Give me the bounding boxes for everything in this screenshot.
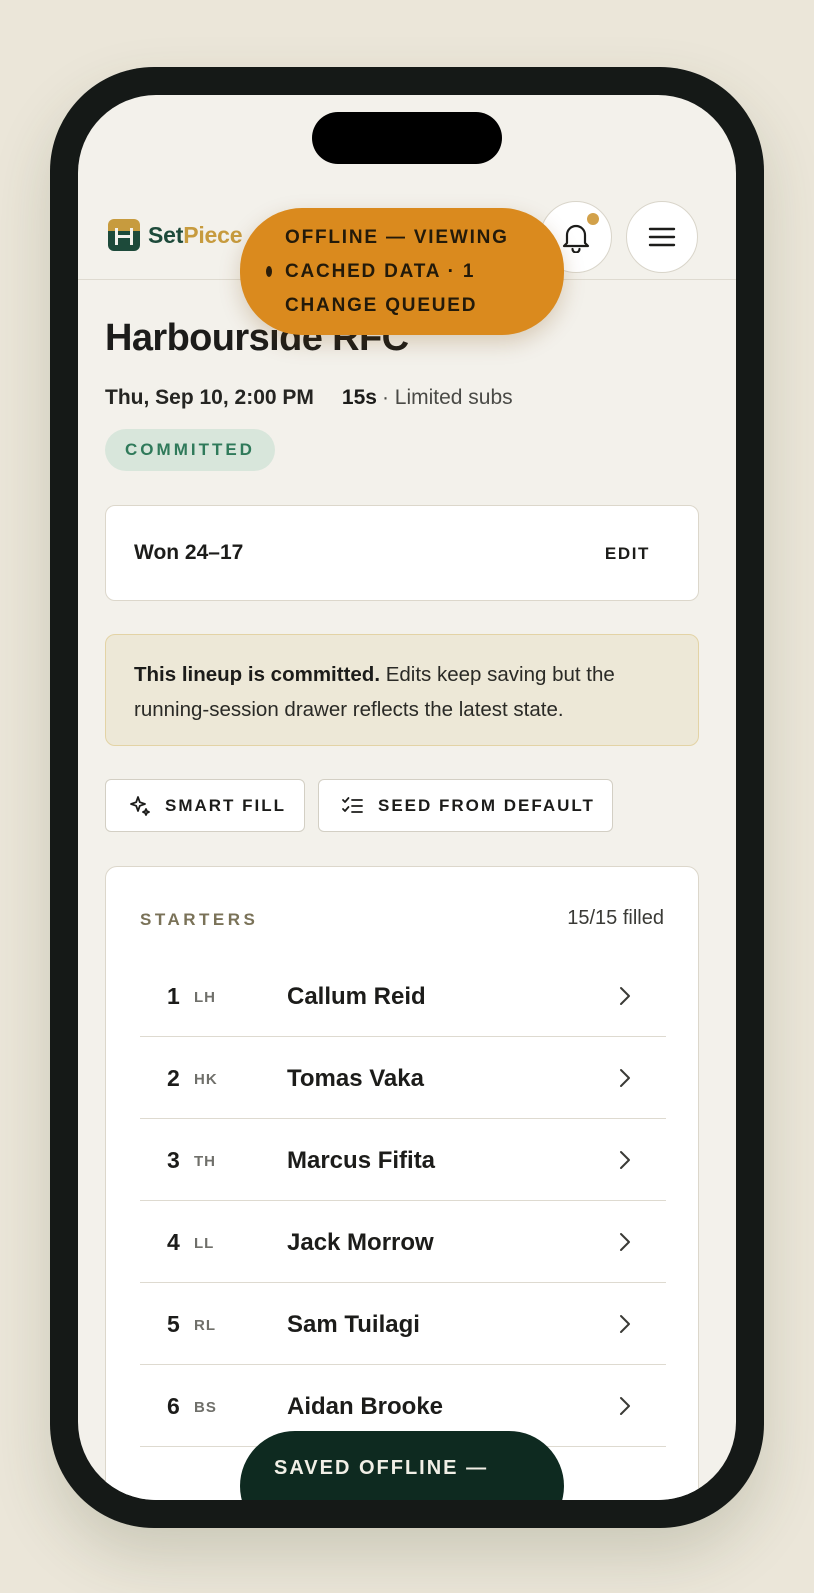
row-chevron (618, 1067, 632, 1094)
match-format: 15s (341, 386, 377, 409)
position-code: HK (194, 1071, 218, 1088)
offline-toast: OFFLINE — VIEWING CACHED DATA · 1 CHANGE… (240, 208, 564, 335)
chevron-right-icon (620, 987, 630, 1005)
position-code: RL (194, 1317, 216, 1334)
starter-row[interactable]: 4 LL Jack Morrow (140, 1201, 666, 1283)
row-chevron (618, 1149, 632, 1176)
logo-icon (108, 219, 140, 251)
player-name: Jack Morrow (287, 1229, 434, 1256)
bell-icon (562, 224, 590, 253)
position-code: TH (194, 1153, 216, 1170)
notice-bold: This lineup is committed. (134, 663, 381, 686)
position-number: 5 (167, 1311, 180, 1337)
app-logo[interactable]: SetPiece (108, 219, 243, 251)
player-name: Aidan Brooke (287, 1393, 444, 1420)
status-badge: COMMITTED (105, 429, 275, 471)
position-number: 3 (167, 1147, 180, 1173)
position-code: LH (194, 989, 216, 1006)
starter-row[interactable]: 1 LH Callum Reid (140, 955, 666, 1037)
match-meta: Thu, Sep 10, 2:00 PM 15s · Limited subs (105, 386, 513, 410)
starters-count: 15/15 filled (567, 907, 664, 929)
player-name: Marcus Fifita (287, 1147, 436, 1174)
committed-notice: This lineup is committed. Edits keep sav… (105, 634, 699, 746)
saved-offline-toast: SAVED OFFLINE — (240, 1431, 564, 1500)
row-chevron (618, 1231, 632, 1258)
chevron-right-icon (620, 1069, 630, 1087)
position-code: LL (194, 1235, 215, 1252)
starter-row[interactable]: 5 RL Sam Tuilagi (140, 1283, 666, 1365)
hamburger-menu-icon (648, 227, 676, 247)
player-name: Tomas Vaka (287, 1065, 424, 1092)
row-chevron (618, 1313, 632, 1340)
row-chevron (618, 1395, 632, 1422)
chevron-right-icon (620, 1315, 630, 1333)
smart-fill-button[interactable]: SMART FILL (105, 779, 305, 832)
starters-title: STARTERS (140, 910, 259, 929)
app-screen: SetPiece OFFLINE — VIEWING CACHED DATA ·… (78, 95, 736, 1500)
chevron-right-icon (620, 1151, 630, 1169)
position-number: 4 (167, 1229, 180, 1255)
edit-result-button[interactable]: EDIT (605, 544, 650, 564)
logo-text: SetPiece (148, 221, 243, 248)
smart-fill-label: SMART FILL (165, 795, 287, 815)
chevron-right-icon (620, 1397, 630, 1415)
row-chevron (618, 985, 632, 1012)
offline-toast-text: OFFLINE — VIEWING CACHED DATA · 1 CHANGE… (285, 226, 509, 316)
player-name: Sam Tuilagi (287, 1311, 420, 1338)
result-card: Won 24–17 EDIT (105, 505, 699, 601)
position-number: 2 (167, 1065, 180, 1091)
position-number: 1 (167, 983, 180, 1009)
phone-frame: SetPiece OFFLINE — VIEWING CACHED DATA ·… (50, 67, 764, 1528)
match-result: Won 24–17 (134, 541, 244, 564)
subs-rule: · Limited subs (381, 386, 513, 409)
position-number: 6 (167, 1393, 180, 1419)
menu-button[interactable] (626, 201, 698, 273)
checklist-icon (342, 796, 363, 813)
starter-row[interactable]: 3 TH Marcus Fifita (140, 1119, 666, 1201)
status-dot (266, 266, 272, 277)
chevron-right-icon (620, 1233, 630, 1251)
seed-from-default-label: SEED FROM DEFAULT (378, 795, 595, 815)
sparkle-icon (130, 795, 150, 816)
dynamic-island (312, 112, 502, 164)
player-name: Callum Reid (287, 983, 426, 1010)
match-date: Thu, Sep 10, 2:00 PM (105, 386, 314, 409)
starters-card: STARTERS 15/15 filled 1 LH Callum Reid 2 HK T… (105, 866, 699, 1500)
position-code: BS (194, 1399, 217, 1416)
notification-dot (587, 213, 599, 225)
seed-from-default-button[interactable]: SEED FROM DEFAULT (318, 779, 613, 832)
starter-row[interactable]: 2 HK Tomas Vaka (140, 1037, 666, 1119)
